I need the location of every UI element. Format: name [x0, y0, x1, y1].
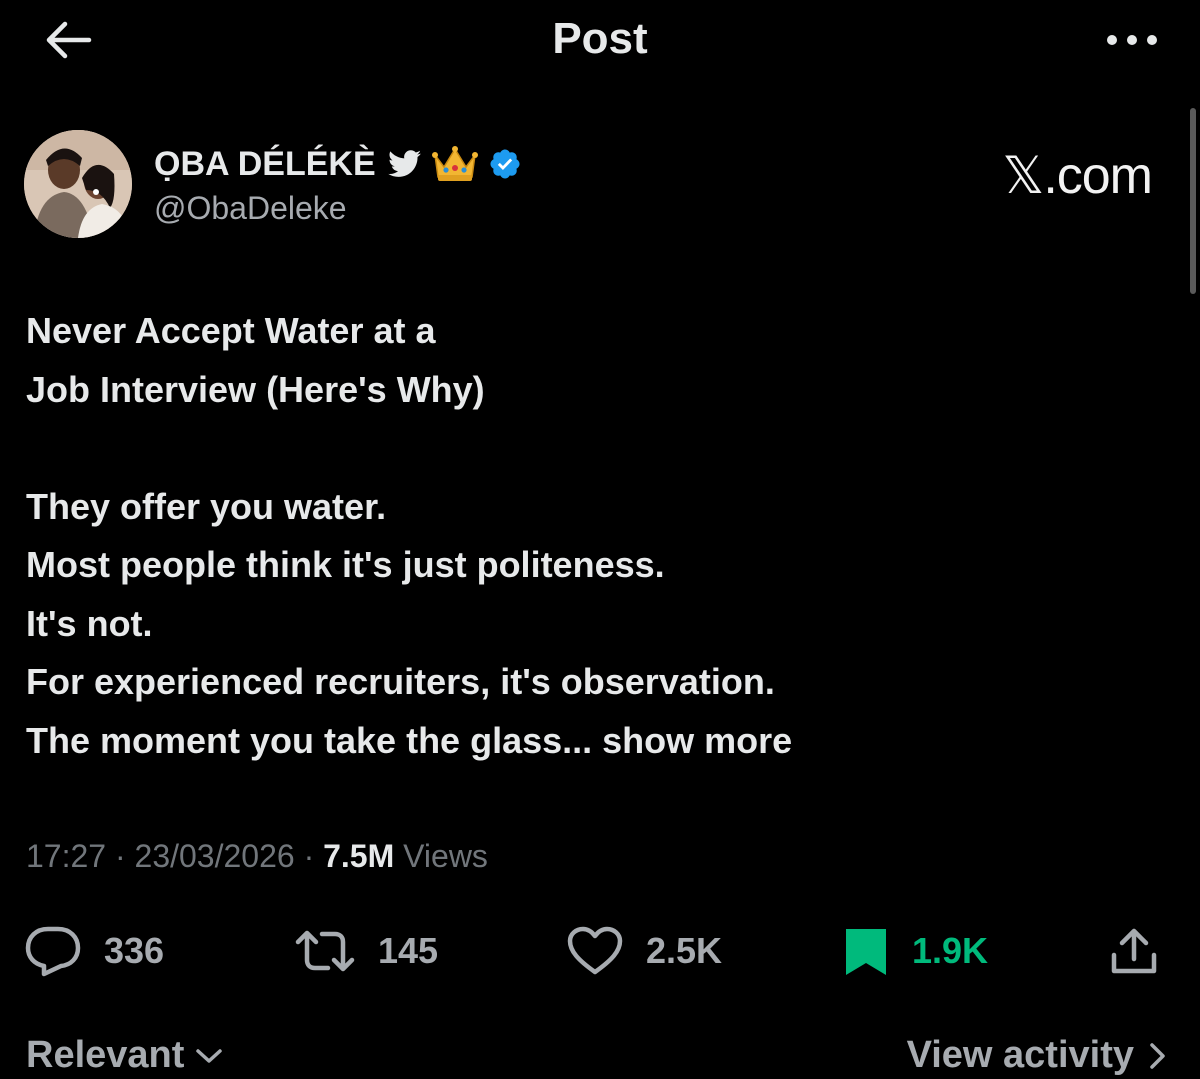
- bookmark-filled-icon: [846, 929, 886, 975]
- bookmark-count: 1.9K: [912, 930, 989, 971]
- repost-button[interactable]: 145: [294, 916, 438, 986]
- page-title: Post: [552, 14, 648, 63]
- avatar-photo: [24, 130, 132, 238]
- crown-icon: [431, 145, 478, 183]
- heart-icon: [567, 926, 623, 975]
- more-horizontal-icon: [1107, 35, 1157, 45]
- sort-label: Relevant: [26, 1034, 185, 1076]
- share-button[interactable]: [1108, 916, 1160, 986]
- display-name[interactable]: ỌBA DÉLÉKÈ: [154, 145, 376, 184]
- repost-count: 145: [378, 930, 439, 971]
- view-activity-link[interactable]: View activity: [907, 1034, 1170, 1077]
- name-row: ỌBA DÉLÉKÈ: [154, 142, 522, 186]
- post-text: Never Accept Water at a Job Interview (H…: [26, 302, 1166, 770]
- author-text: ỌBA DÉLÉKÈ @ObaDeleke: [154, 142, 522, 227]
- post-body-line: For experienced recruiters, it's observa…: [26, 661, 775, 702]
- reply-icon: [25, 926, 81, 977]
- watermark: 𝕏.com: [1002, 147, 1153, 205]
- post-body-line: Most people think it's just politeness.: [26, 544, 665, 585]
- more-options-button[interactable]: [1102, 22, 1162, 58]
- post-time: 17:27: [26, 838, 107, 874]
- meta-separator: ·: [303, 838, 315, 874]
- post-screen: Post ỌBA DÉLÉKÈ @ObaDeleke 𝕏.com Never A…: [0, 0, 1200, 1079]
- view-activity-label: View activity: [906, 1034, 1134, 1076]
- show-more-link[interactable]: show more: [602, 720, 792, 761]
- chevron-down-icon: [196, 1048, 223, 1063]
- reply-count: 336: [104, 930, 165, 971]
- replies-toolbar: Relevant View activity: [0, 1030, 1200, 1079]
- post-title-line: Job Interview (Here's Why): [26, 368, 485, 410]
- like-count: 2.5K: [646, 930, 723, 971]
- sort-dropdown[interactable]: Relevant: [26, 1034, 226, 1077]
- top-bar: Post: [0, 0, 1200, 80]
- post-date: 23/03/2026: [134, 838, 295, 874]
- like-button[interactable]: 2.5K: [566, 916, 722, 986]
- avatar[interactable]: [24, 130, 132, 238]
- repost-icon: [295, 930, 355, 972]
- views-label: Views: [403, 838, 488, 874]
- bookmark-button[interactable]: 1.9K: [842, 916, 988, 986]
- post-title-line: Never Accept Water at a: [26, 310, 436, 351]
- post-author: ỌBA DÉLÉKÈ @ObaDeleke: [24, 130, 924, 240]
- views-count: 7.5M: [323, 838, 395, 874]
- post-body-line: They offer you water.: [26, 485, 387, 527]
- author-handle[interactable]: @ObaDeleke: [154, 190, 522, 227]
- action-bar: 336 145 2.5K 1.9K: [0, 916, 1200, 986]
- post-body-line: It's not.: [26, 602, 153, 644]
- verified-icon[interactable]: [488, 147, 522, 181]
- reply-button[interactable]: 336: [24, 916, 164, 986]
- bird-icon: [387, 150, 422, 178]
- post-body-last-line: The moment you take the glass... show mo…: [26, 712, 1166, 771]
- truncated-text: The moment you take the glass...: [26, 719, 593, 761]
- post-meta: 17:27 · 23/03/2026 · 7.5M Views: [26, 838, 488, 875]
- scrollbar[interactable]: [1190, 108, 1196, 294]
- chevron-right-icon: [1150, 1042, 1165, 1069]
- meta-separator: ·: [114, 838, 126, 874]
- share-icon: [1111, 928, 1157, 974]
